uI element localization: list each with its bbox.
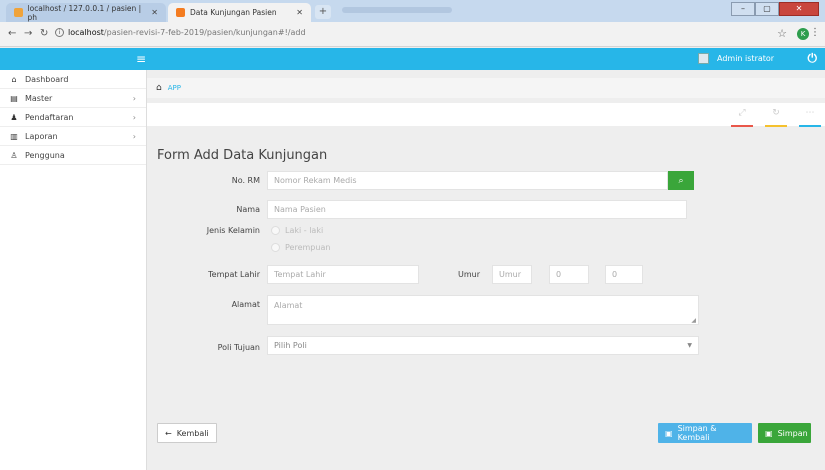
sidebar-item-laporan[interactable]: ▥ Laporan › [0,127,146,146]
radio-label: Laki - laki [285,226,324,235]
poli-tujuan-select[interactable]: Pilih Poli ▼ [267,336,699,355]
no-rm-input[interactable]: Nomor Rekam Medis [267,171,668,190]
search-icon: ⌕ [678,175,684,186]
sidebar-item-master[interactable]: ▤ Master › [0,89,146,108]
poli-selected: Pilih Poli [274,341,307,350]
radio-label: Perempuan [285,243,331,252]
umur-label: Umur [457,270,480,279]
sidebar: ⌂ Dashboard ▤ Master › ♟ Pendaftaran › ▥… [0,70,147,470]
minimize-icon[interactable]: – [731,2,755,16]
maximize-icon[interactable]: ▢ [755,2,779,16]
panel-toolbar: ⤢ ↻ ⋯ [147,103,825,127]
sidebar-item-pendaftaran[interactable]: ♟ Pendaftaran › [0,108,146,127]
app-favicon-icon [176,8,185,17]
umur-days-input[interactable]: 0 [605,265,643,284]
blurred-region [342,7,452,13]
browser-menu-icon[interactable]: ⋮ [810,27,820,38]
save-label: Simpan [777,428,808,438]
back-label: Kembali [176,428,209,438]
refresh-icon[interactable]: ↻ [765,108,787,127]
save-button[interactable]: ▣ Simpan [758,423,811,443]
close-icon[interactable]: ✕ [151,8,158,17]
window-controls: – ▢ ✕ [731,2,819,16]
bar-chart-icon: ▥ [10,131,18,141]
user-name[interactable]: Admin istrator [717,54,774,63]
alamat-label: Alamat [231,300,260,309]
umur-months-input[interactable]: 0 [549,265,589,284]
save-and-return-button[interactable]: ▣ Simpan & Kembali [658,423,752,443]
radio-circle [271,226,280,235]
radio-laki-laki[interactable]: Laki - laki [271,226,323,235]
sidebar-item-label: Laporan [25,131,58,141]
tempat-lahir-label: Tempat Lahir [208,270,260,279]
poli-tujuan-label: Poli Tujuan [217,343,260,352]
back-arrow-icon[interactable]: ← [8,28,16,39]
address-bar: ← → ↻ i localhost/pasien-revisi-7-feb-20… [0,22,825,47]
breadcrumb-app[interactable]: APP [168,84,181,92]
app-header: ≡ Admin istrator ⏻ [0,48,825,70]
arrow-left-icon: ← [165,428,172,438]
back-button[interactable]: ← Kembali [157,423,217,443]
sidebar-item-dashboard[interactable]: ⌂ Dashboard [0,70,146,89]
chevron-down-icon: ▼ [687,342,692,349]
info-icon[interactable]: i [55,28,64,37]
search-button[interactable]: ⌕ [668,171,694,190]
resize-handle-icon[interactable]: ◢ [691,317,696,324]
close-icon[interactable]: ✕ [296,8,303,17]
forward-arrow-icon[interactable]: → [24,28,32,39]
sidebar-item-label: Master [25,93,53,103]
browser-tab-bar: localhost / 127.0.0.1 / pasien | ph ✕ Da… [0,0,825,22]
url-field[interactable]: i localhost/pasien-revisi-7-feb-2019/pas… [55,28,306,37]
umur-input[interactable]: Umur [492,265,532,284]
database-icon: ▤ [10,93,18,103]
url-path: /pasien-revisi-7-feb-2019/pasien/kunjung… [103,28,306,37]
breadcrumb: ⌂ APP [147,78,825,98]
sidebar-item-label: Pengguna [25,150,65,160]
fullscreen-icon[interactable]: ⤢ [731,108,753,127]
sidebar-item-label: Dashboard [25,74,69,84]
radio-perempuan[interactable]: Perempuan [271,243,330,252]
new-tab-button[interactable]: + [315,5,331,19]
chevron-right-icon: › [132,93,136,103]
chevron-right-icon: › [132,112,136,122]
user-avatar [698,53,709,64]
page-title: Form Add Data Kunjungan [157,148,328,163]
save-return-label: Simpan & Kembali [677,424,717,442]
user-icon: ♙ [10,150,18,160]
window-close-icon[interactable]: ✕ [779,2,819,16]
bookmark-star-icon[interactable]: ☆ [777,27,787,40]
nama-label: Nama [236,205,260,214]
nama-input[interactable]: Nama Pasien [267,200,687,219]
save-icon: ▣ [665,428,673,438]
sidebar-item-pengguna[interactable]: ♙ Pengguna [0,146,146,165]
no-rm-label: No. RM [231,176,260,185]
reload-icon[interactable]: ↻ [40,28,48,39]
alamat-placeholder: Alamat [274,301,303,310]
home-icon[interactable]: ⌂ [156,83,162,93]
power-icon[interactable]: ⏻ [808,51,818,66]
tab-title: localhost / 127.0.0.1 / pasien | ph [27,3,142,22]
hamburger-menu-icon[interactable]: ≡ [136,52,146,66]
phpmyadmin-icon [14,8,23,17]
users-icon: ♟ [10,112,18,122]
home-icon: ⌂ [11,74,17,84]
radio-circle [271,243,280,252]
tab-title: Data Kunjungan Pasien [190,8,277,17]
sidebar-item-label: Pendaftaran [25,112,74,122]
url-host: localhost [68,28,104,37]
tempat-lahir-input[interactable]: Tempat Lahir [267,265,419,284]
save-icon: ▣ [765,428,773,438]
browser-tab-phpmyadmin[interactable]: localhost / 127.0.0.1 / pasien | ph ✕ [6,3,166,22]
browser-tab-active[interactable]: Data Kunjungan Pasien ✕ [168,3,311,22]
jenis-kelamin-label: Jenis Kelamin [206,226,260,235]
more-icon[interactable]: ⋯ [799,108,821,127]
profile-avatar[interactable]: K [797,28,809,40]
chevron-right-icon: › [132,131,136,141]
alamat-textarea[interactable]: Alamat ◢ [267,295,699,325]
